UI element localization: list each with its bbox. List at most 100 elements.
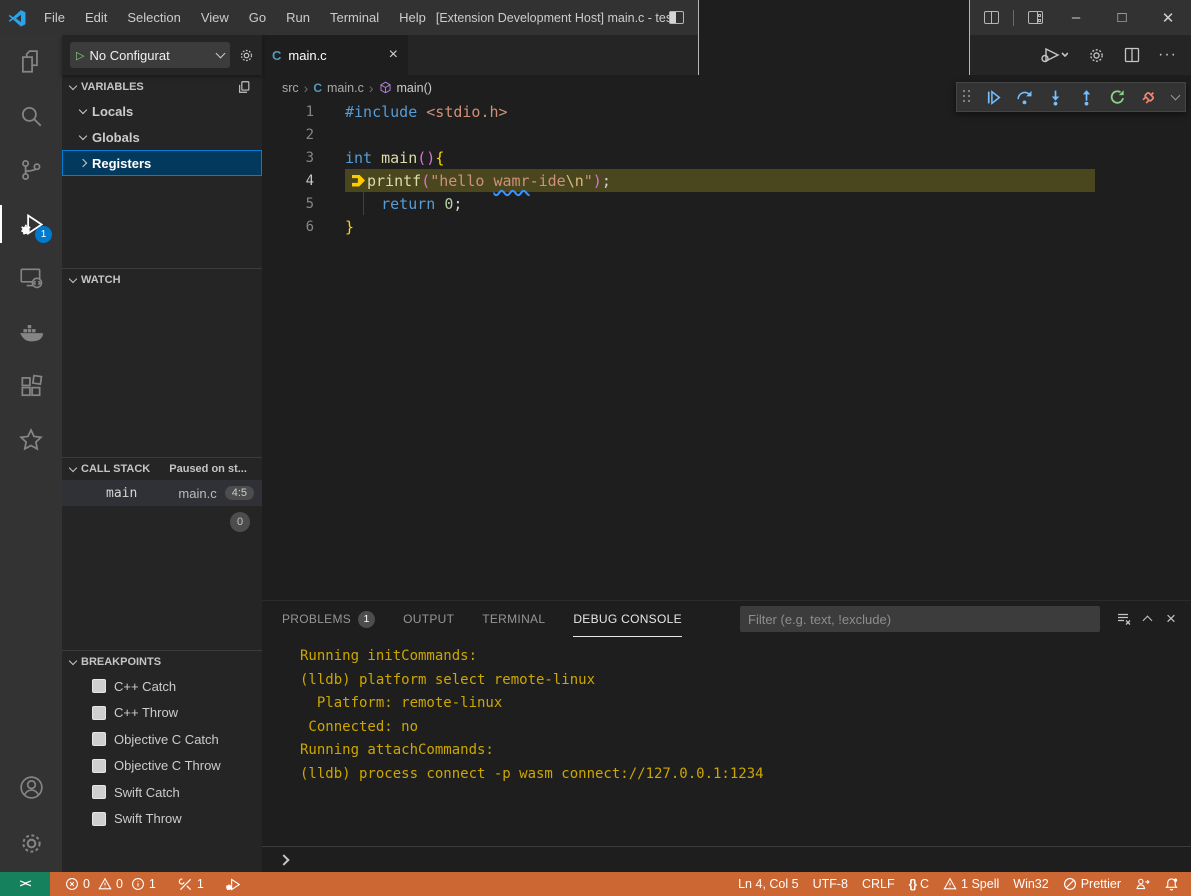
tab-terminal[interactable]: TERMINAL xyxy=(482,601,545,637)
configure-gear-icon[interactable] xyxy=(1086,45,1106,65)
toggle-secondary-sidebar-icon[interactable] xyxy=(984,11,999,24)
menu-edit[interactable]: Edit xyxy=(75,0,117,35)
remote-explorer-icon[interactable] xyxy=(0,251,62,305)
filter-input[interactable] xyxy=(740,612,1100,627)
variables-scope-globals[interactable]: Globals xyxy=(62,124,262,150)
formatter-status[interactable]: Prettier xyxy=(1056,872,1128,896)
checkbox-unchecked[interactable] xyxy=(92,679,106,693)
chevron-down-icon[interactable] xyxy=(1171,91,1181,101)
continue-button[interactable] xyxy=(985,89,1002,106)
spell-checker-status[interactable]: 1 Spell xyxy=(936,872,1006,896)
run-and-debug-icon[interactable]: 1 xyxy=(0,197,62,251)
tab-debug-console[interactable]: DEBUG CONSOLE xyxy=(573,601,682,637)
code-line-6[interactable]: 6 } xyxy=(262,215,1191,238)
code-editor[interactable]: src › C main.c › main() 1 #include <stdi… xyxy=(262,75,1191,600)
menu-selection[interactable]: Selection xyxy=(117,0,190,35)
breadcrumb-file[interactable]: main.c xyxy=(327,81,364,95)
language-mode[interactable]: {} C xyxy=(902,872,936,896)
disconnect-button[interactable] xyxy=(1140,88,1158,106)
checkbox-unchecked[interactable] xyxy=(92,706,106,720)
remote-indicator[interactable]: >< xyxy=(0,872,50,896)
checkbox-unchecked[interactable] xyxy=(92,785,106,799)
debug-console-input[interactable] xyxy=(262,846,1191,872)
encoding-indicator[interactable]: UTF-8 xyxy=(806,872,855,896)
frame-function: main xyxy=(106,486,137,501)
debug-status-icon[interactable] xyxy=(217,872,248,896)
menu-go[interactable]: Go xyxy=(239,0,276,35)
breakpoint-objc-catch[interactable]: Objective C Catch xyxy=(62,726,262,753)
close-tab-icon[interactable]: × xyxy=(389,47,398,63)
settings-gear-icon[interactable] xyxy=(0,814,62,872)
notifications-bell-icon[interactable] xyxy=(1157,872,1191,896)
debug-settings-gear-icon[interactable] xyxy=(236,45,256,65)
maximize-panel-icon[interactable] xyxy=(1143,616,1153,626)
debug-badge: 1 xyxy=(35,226,52,243)
customize-layout-icon[interactable] xyxy=(1028,11,1043,24)
variables-scope-registers[interactable]: Registers xyxy=(62,150,262,176)
step-over-button[interactable] xyxy=(1016,89,1033,106)
checkbox-unchecked[interactable] xyxy=(92,812,106,826)
split-editor-icon[interactable] xyxy=(1122,45,1142,65)
launch-configuration-dropdown[interactable]: ▷ No Configurat xyxy=(70,42,230,68)
breadcrumb-folder[interactable]: src xyxy=(282,81,299,95)
debug-console-output[interactable]: Running initCommands:(lldb) platform sel… xyxy=(262,637,1191,846)
clear-console-icon[interactable] xyxy=(1114,609,1134,629)
menu-help[interactable]: Help xyxy=(389,0,436,35)
breakpoint-swift-catch[interactable]: Swift Catch xyxy=(62,779,262,806)
docker-icon[interactable] xyxy=(0,305,62,359)
step-into-button[interactable] xyxy=(1047,89,1064,106)
copy-value-icon[interactable] xyxy=(234,77,254,97)
breakpoint-swift-throw[interactable]: Swift Throw xyxy=(62,806,262,833)
variables-scope-locals[interactable]: Locals xyxy=(62,98,262,124)
tab-output[interactable]: OUTPUT xyxy=(403,601,454,637)
chevron-down-icon xyxy=(69,275,77,283)
code-line-2[interactable]: 2 xyxy=(262,123,1191,146)
call-stack-section-header[interactable]: CALL STACK Paused on st... xyxy=(62,457,262,480)
tab-main-c[interactable]: C main.c × xyxy=(262,35,408,75)
tools-status[interactable]: 1 xyxy=(171,872,211,896)
checkbox-unchecked[interactable] xyxy=(92,732,106,746)
breakpoint-cpp-catch[interactable]: C++ Catch xyxy=(62,673,262,700)
restart-button[interactable] xyxy=(1109,89,1126,106)
minimize-button[interactable]: – xyxy=(1053,0,1099,35)
problems-status[interactable]: 0 0 1 xyxy=(58,872,163,896)
breakpoints-section-header[interactable]: BREAKPOINTS xyxy=(62,650,262,673)
platform-target[interactable]: Win32 xyxy=(1006,872,1055,896)
toggle-sidebar-icon[interactable] xyxy=(669,11,684,24)
code-line-3[interactable]: 3 int main(){ xyxy=(262,146,1191,169)
code-line-5[interactable]: 5 return 0; xyxy=(262,192,1191,215)
stack-frame-row[interactable]: main main.c 4:5 xyxy=(62,480,262,506)
breakpoint-cpp-throw[interactable]: C++ Throw xyxy=(62,700,262,727)
checkbox-unchecked[interactable] xyxy=(92,759,106,773)
breakpoint-objc-throw[interactable]: Objective C Throw xyxy=(62,753,262,780)
more-actions-icon[interactable]: ··· xyxy=(1158,46,1177,64)
step-out-button[interactable] xyxy=(1078,89,1095,106)
close-panel-icon[interactable]: × xyxy=(1161,609,1181,629)
start-debug-icon: ▷ xyxy=(76,49,84,62)
close-button[interactable]: ✕ xyxy=(1145,0,1191,35)
variables-title: VARIABLES xyxy=(81,81,144,93)
eol-indicator[interactable]: CRLF xyxy=(855,872,902,896)
code-lines[interactable]: 1 #include <stdio.h> 2 3 int main(){ 4 xyxy=(262,100,1191,238)
menu-run[interactable]: Run xyxy=(276,0,320,35)
maximize-button[interactable]: □ xyxy=(1099,0,1145,35)
menu-view[interactable]: View xyxy=(191,0,239,35)
breadcrumb-symbol[interactable]: main() xyxy=(397,81,432,95)
drag-handle-icon[interactable] xyxy=(963,90,971,104)
source-control-icon[interactable] xyxy=(0,143,62,197)
menu-file[interactable]: File xyxy=(34,0,75,35)
variables-section-header[interactable]: VARIABLES xyxy=(62,75,262,98)
extensions-icon[interactable] xyxy=(0,359,62,413)
feedback-person-icon[interactable] xyxy=(1128,872,1157,896)
run-or-debug-icon[interactable] xyxy=(1036,45,1070,65)
search-icon[interactable] xyxy=(0,89,62,143)
favorites-star-icon[interactable] xyxy=(0,413,62,467)
cursor-position[interactable]: Ln 4, Col 5 xyxy=(731,872,805,896)
account-icon[interactable] xyxy=(0,760,62,814)
menu-terminal[interactable]: Terminal xyxy=(320,0,389,35)
code-line-4-current[interactable]: 4 printf("hello wamr-ide\n"); xyxy=(262,169,1191,192)
explorer-icon[interactable] xyxy=(0,35,62,89)
tab-problems[interactable]: PROBLEMS 1 xyxy=(282,601,375,637)
watch-section-header[interactable]: WATCH xyxy=(62,268,262,291)
debug-toolbar xyxy=(956,82,1186,112)
